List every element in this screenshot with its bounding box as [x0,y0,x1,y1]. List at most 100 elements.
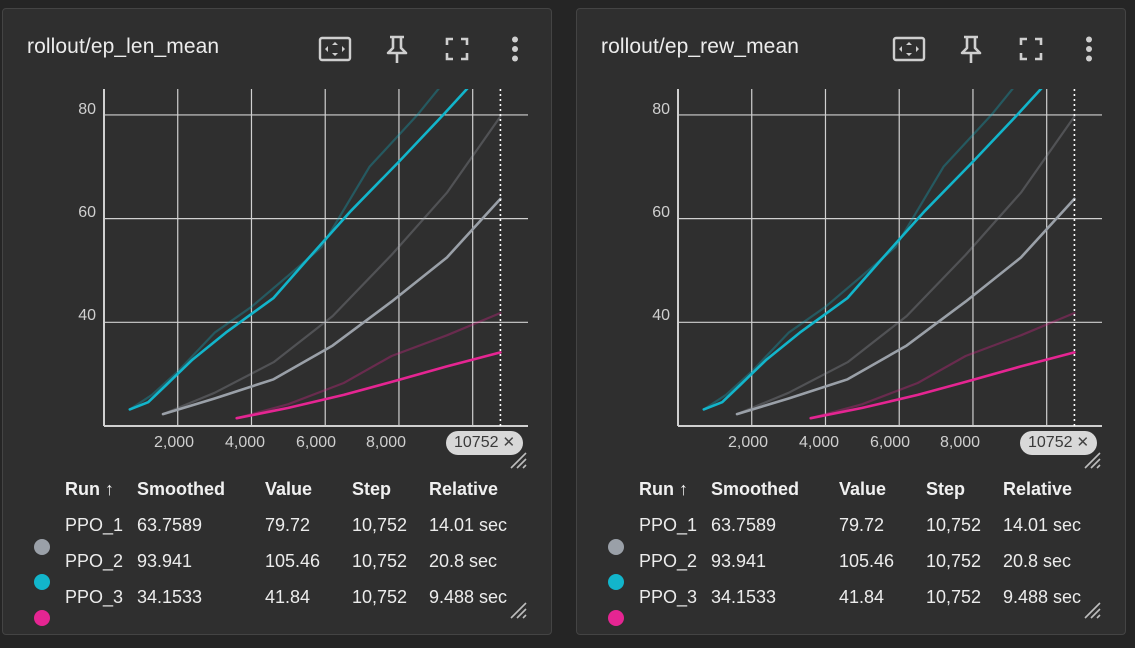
relative-time: 14.01 sec [429,515,508,535]
raw-value: 41.84 [839,587,885,607]
more-vert-icon [1086,36,1092,62]
x-tick-label: 2,000 [728,434,768,451]
raw-value: 105.46 [265,551,321,571]
resize-grip-icon[interactable] [507,449,527,469]
line-chart-plot[interactable]: 80 60 40 2,000 4,000 6,000 8,000 [577,81,1127,471]
data-table: Run ↑ Smoothed Value Step Relative PPO_1… [3,471,553,631]
raw-line-ppo-1 [161,115,502,416]
step-value: 10,752 [352,551,408,571]
relative-time: 9.488 sec [1003,587,1082,607]
smoothed-value: 93.941 [137,551,193,571]
x-tick-label: 4,000 [225,434,265,451]
run-name: PPO_1 [65,515,124,535]
resize-grip-icon[interactable] [1081,449,1101,469]
run-name: PPO_3 [65,587,124,607]
raw-value: 41.84 [265,587,311,607]
run-color-dot [34,610,50,626]
x-tick-label: 4,000 [799,434,839,451]
column-header-relative[interactable]: Relative [1003,479,1072,500]
column-header-smoothed[interactable]: Smoothed [711,479,799,500]
x-tick-label: 6,000 [870,434,910,451]
y-tick-label: 40 [78,307,96,324]
card-title: rollout/ep_len_mean [27,35,220,58]
smoothed-value: 63.7589 [711,515,777,535]
x-tick-label: 8,000 [366,434,406,451]
relative-time: 20.8 sec [429,551,498,571]
relative-time: 20.8 sec [1003,551,1072,571]
run-color-dot [34,574,50,590]
line-chart-plot[interactable]: 80 60 40 2,000 4,000 6,000 8,000 [3,81,553,471]
column-header-relative[interactable]: Relative [429,479,498,500]
column-header-run[interactable]: Run ↑ [65,479,114,500]
x-tick-label: 6,000 [296,434,336,451]
step-value: 10,752 [926,587,982,607]
raw-value: 79.72 [265,515,311,535]
fit-domain-button[interactable] [317,31,353,67]
resize-grip-icon[interactable] [1081,599,1101,619]
scalar-card-ep-len-mean: rollout/ep_len_mean 80 60 40 2,000 4,000… [2,8,552,635]
cursor-step-value: 10752 [1028,434,1073,451]
raw-value: 79.72 [839,515,885,535]
run-name: PPO_2 [639,551,698,571]
fullscreen-button[interactable] [439,31,475,67]
smoothed-value: 93.941 [711,551,767,571]
y-tick-label: 80 [652,101,670,118]
smoothed-line-ppo-2 [128,89,469,411]
pin-button[interactable] [953,31,989,67]
y-tick-label: 60 [78,204,96,221]
pin-icon [960,35,982,63]
x-tick-label: 2,000 [154,434,194,451]
raw-line-ppo-3 [809,311,1076,420]
x-tick-label: 8,000 [940,434,980,451]
run-name: PPO_2 [65,551,124,571]
more-vert-icon [512,36,518,62]
step-value: 10,752 [352,587,408,607]
step-value: 10,752 [352,515,408,535]
run-name: PPO_1 [639,515,698,535]
column-header-run[interactable]: Run ↑ [639,479,688,500]
step-value: 10,752 [926,551,982,571]
raw-line-ppo-1 [735,115,1076,416]
sort-ascending-icon: ↑ [679,479,689,499]
run-color-dot [608,574,624,590]
line-chart[interactable]: 80 60 40 2,000 4,000 6,000 8,000 10752 ✕ [577,81,1127,471]
card-title: rollout/ep_rew_mean [601,35,800,58]
y-tick-label: 60 [652,204,670,221]
card-header: rollout/ep_rew_mean [577,9,1125,81]
raw-value: 105.46 [839,551,895,571]
raw-line-ppo-3 [235,311,502,420]
run-color-dot [608,539,624,555]
run-name: PPO_3 [639,587,698,607]
resize-grip-icon[interactable] [507,599,527,619]
scalar-card-ep-rew-mean: rollout/ep_rew_mean 80 60 40 2,000 4,000… [576,8,1126,635]
fullscreen-icon [1019,37,1043,61]
smoothed-value: 34.1533 [137,587,203,607]
column-header-step[interactable]: Step [926,479,965,500]
more-options-button[interactable] [497,31,533,67]
fit-domain-button[interactable] [891,31,927,67]
more-options-button[interactable] [1071,31,1107,67]
column-header-value[interactable]: Value [839,479,886,500]
cursor-step-value: 10752 [454,434,499,451]
pin-button[interactable] [379,31,415,67]
line-chart[interactable]: 80 60 40 2,000 4,000 6,000 8,000 10752 ✕ [3,81,553,471]
fit-domain-icon [892,36,926,62]
step-value: 10,752 [926,515,982,535]
column-header-smoothed[interactable]: Smoothed [137,479,225,500]
fullscreen-icon [445,37,469,61]
smoothed-line-ppo-2 [702,89,1043,411]
relative-time: 14.01 sec [1003,515,1082,535]
relative-time: 9.488 sec [429,587,508,607]
column-header-step[interactable]: Step [352,479,391,500]
fullscreen-button[interactable] [1013,31,1049,67]
run-color-dot [34,539,50,555]
card-header: rollout/ep_len_mean [3,9,551,81]
y-tick-label: 40 [652,307,670,324]
pin-icon [386,35,408,63]
sort-ascending-icon: ↑ [105,479,115,499]
fit-domain-icon [318,36,352,62]
y-tick-label: 80 [78,101,96,118]
column-header-value[interactable]: Value [265,479,312,500]
data-table: Run ↑ Smoothed Value Step Relative PPO_1… [577,471,1127,631]
smoothed-value: 63.7589 [137,515,203,535]
